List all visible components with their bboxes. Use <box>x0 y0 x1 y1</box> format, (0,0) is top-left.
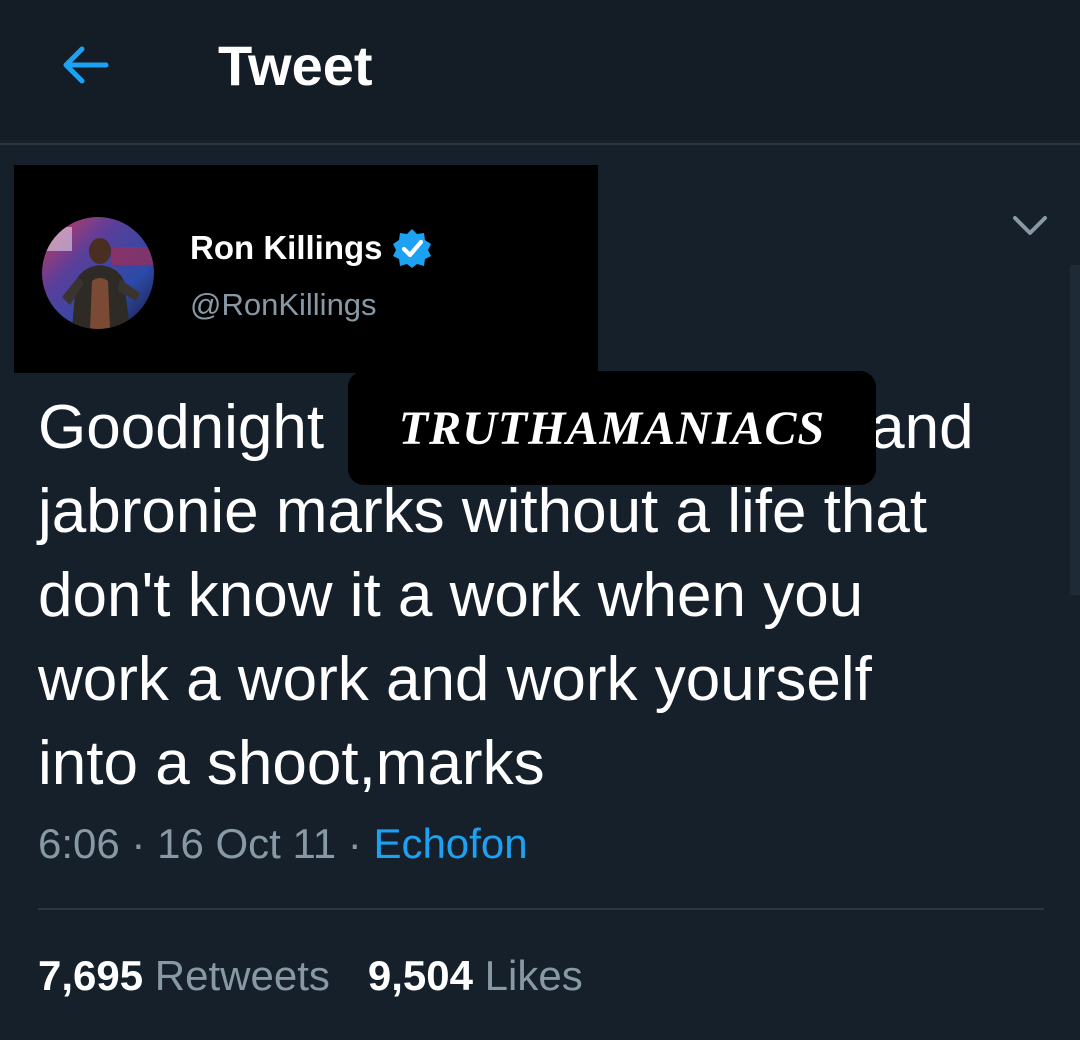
separator: · <box>347 820 362 867</box>
likes-label: Likes <box>484 952 583 999</box>
tweet-author: Ron Killings @RonKillings <box>14 165 598 373</box>
likes-stat[interactable]: 9,504 Likes <box>368 950 583 1002</box>
header-divider <box>0 143 1080 145</box>
retweets-label: Retweets <box>154 952 330 999</box>
chevron-down-icon <box>1013 216 1047 235</box>
likes-count: 9,504 <box>367 952 473 999</box>
tweet-time[interactable]: 6:06 <box>38 820 120 867</box>
scrollbar[interactable] <box>1070 265 1080 595</box>
retweets-stat[interactable]: 7,695 Retweets <box>38 950 330 1002</box>
arrow-left-icon <box>63 46 109 84</box>
tweet-date[interactable]: 16 Oct 11 <box>157 820 336 867</box>
retweets-count: 7,695 <box>38 952 144 999</box>
tweet-line: into a shoot,marks <box>38 729 545 798</box>
watermark-overlay: TRUTHAMANIACS <box>348 371 876 485</box>
back-button[interactable] <box>58 38 112 92</box>
watermark-text: TRUTHAMANIACS <box>398 401 826 455</box>
stats-divider <box>38 908 1044 910</box>
tweet-line: don't know it a work when you <box>38 561 864 630</box>
separator: · <box>131 820 146 867</box>
engagement-stats: 7,695 Retweets 9,504 Likes <box>38 950 621 1002</box>
source-app-link[interactable]: Echofon <box>373 820 527 867</box>
display-name[interactable]: Ron Killings <box>190 228 383 268</box>
more-options-button[interactable] <box>1008 206 1052 246</box>
tweet-timestamp-row: 6:06 · 16 Oct 11 · Echofon <box>38 818 528 870</box>
page-title: Tweet <box>218 34 373 97</box>
verified-badge-icon <box>392 229 431 268</box>
avatar[interactable] <box>42 217 154 329</box>
tweet-line: work a work and work yourself <box>38 645 872 714</box>
author-handle[interactable]: @RonKillings <box>190 285 377 325</box>
top-app-bar: Tweet <box>0 0 1080 140</box>
avatar-image <box>42 217 154 329</box>
